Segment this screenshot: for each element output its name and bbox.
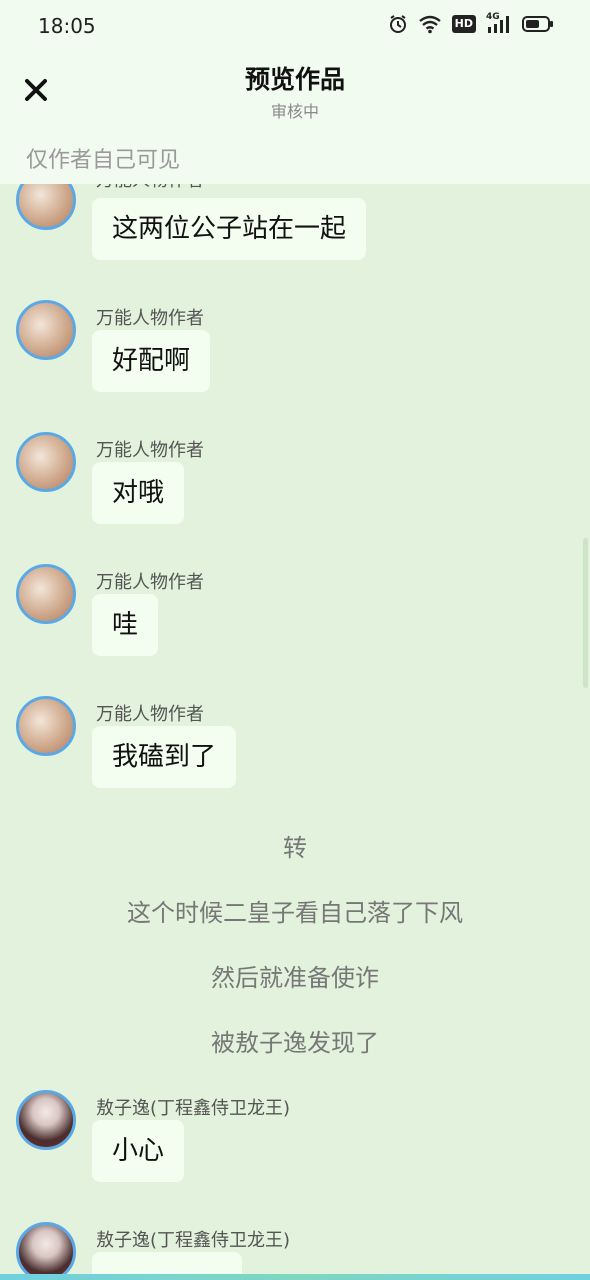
sender-name: 敖子逸(丁程鑫侍卫龙王) [96,1098,291,1119]
sender-name: 万能人物作者 [96,440,204,461]
avatar[interactable] [16,1222,76,1280]
sender-name: 万能人物作者 [96,184,204,192]
battery-icon [522,15,554,33]
header: 预览作品 审核中 仅作者自己可见 [0,52,590,184]
sender-name: 万能人物作者 [96,704,204,725]
4g-signal-icon: 4G [486,12,512,34]
hd-icon: HD [451,15,476,33]
narration-text: 然后就准备使诈 [211,964,379,992]
message-bubble: 好配啊 [92,330,211,392]
alarm-icon [388,14,408,34]
status-time: 18:05 [38,14,96,38]
avatar[interactable] [16,696,76,756]
message-bubble: 哇 [92,594,159,656]
status-bar: 18:05 HD 4G [0,0,590,52]
message-bubble: 我磕到了 [92,726,237,788]
page-title: 预览作品 [244,65,345,94]
message-bubble: 这两位公子站在一起 [92,198,367,260]
message-bubble: 对哦 [92,462,185,524]
story-feed[interactable]: 万能人物作者 这两位公子站在一起 万能人物作者 好配啊 万能人物作者 对哦 万能… [0,184,590,1280]
sender-name: 万能人物作者 [96,572,204,593]
avatar[interactable] [16,184,76,230]
sender-name: 敖子逸(丁程鑫侍卫龙王) [96,1230,291,1251]
review-status: 审核中 [270,102,319,121]
message-bubble: 小心 [92,1120,185,1182]
narration-text: 转 [283,834,307,862]
avatar[interactable] [16,432,76,492]
avatar[interactable] [16,300,76,360]
avatar[interactable] [16,1090,76,1150]
wifi-icon [418,14,442,34]
avatar[interactable] [16,564,76,624]
bottom-strip [0,1274,590,1280]
narration-text: 被敖子逸发现了 [211,1029,379,1057]
visibility-note: 仅作者自己可见 [26,148,181,173]
sender-name: 万能人物作者 [96,308,204,329]
scrollbar[interactable] [583,538,588,688]
status-icons: HD 4G [388,12,554,34]
narration-text: 这个时候二皇子看自己落了下风 [127,899,463,927]
